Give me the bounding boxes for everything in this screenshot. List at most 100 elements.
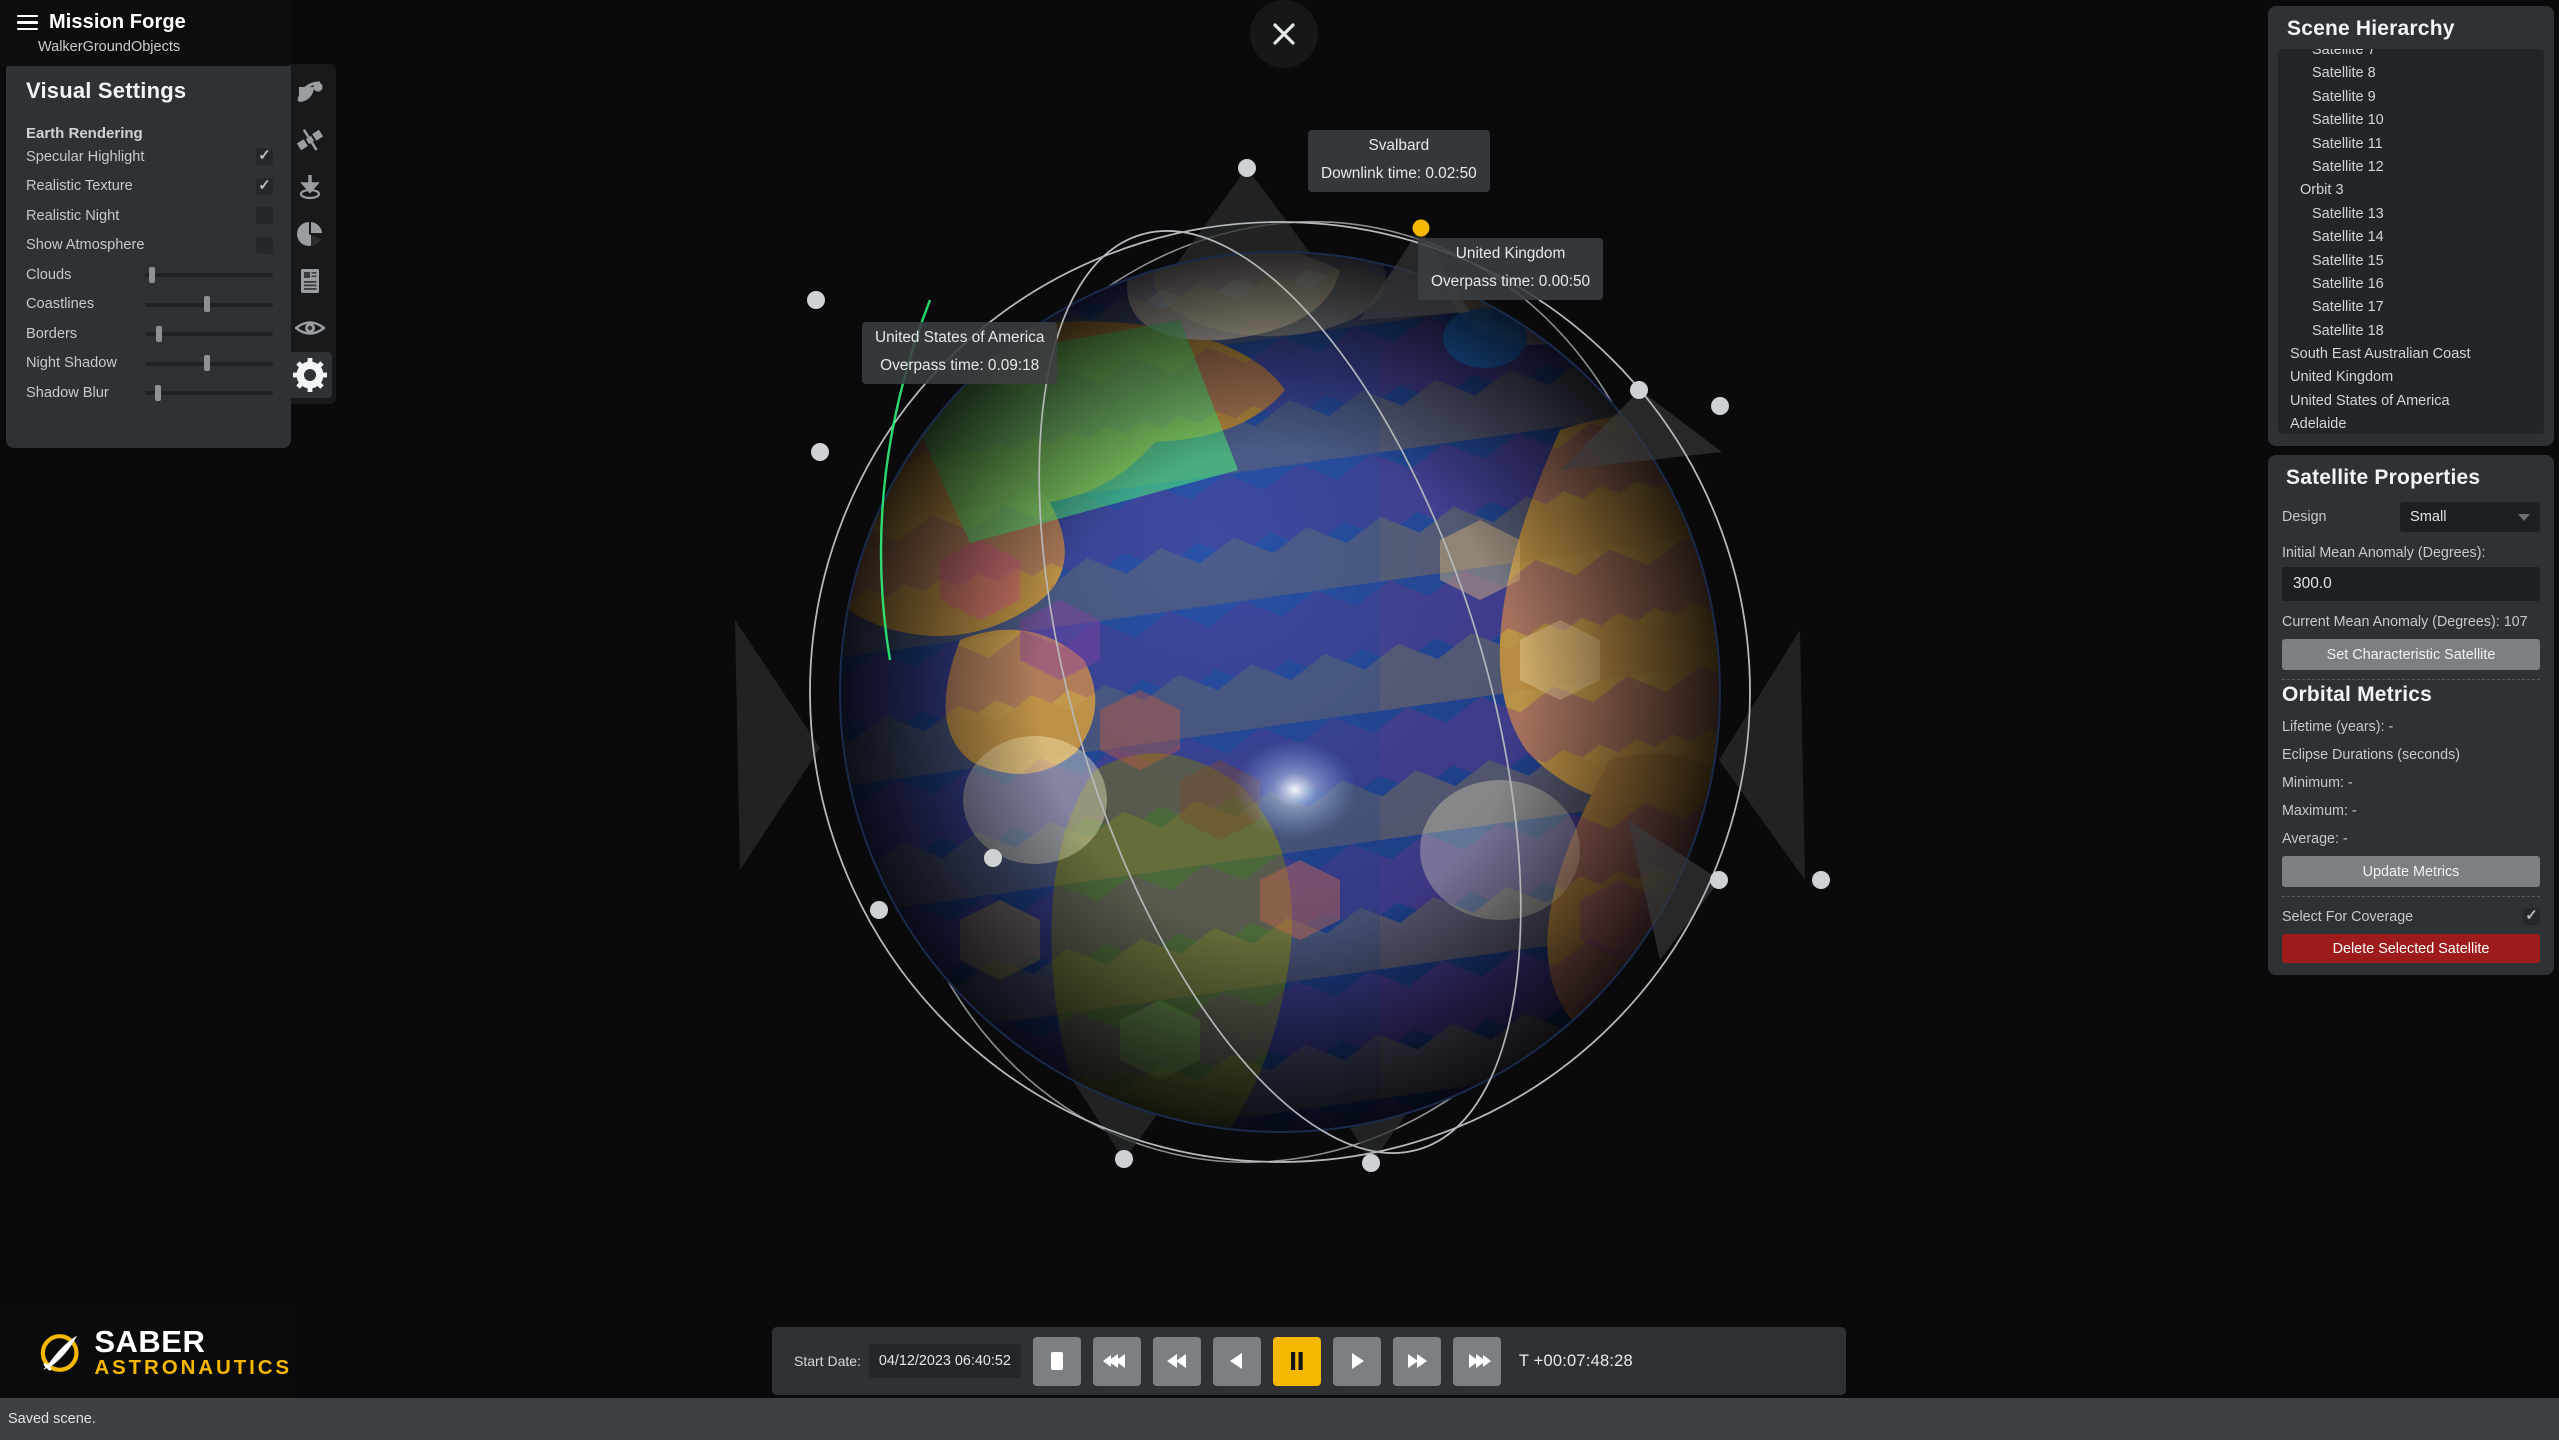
scene-hierarchy-item[interactable]: Satellite 17	[2278, 296, 2544, 319]
scene-hierarchy-list[interactable]: Satellite 7 Satellite 8 Satellite 9 Satelli…	[2278, 49, 2544, 434]
rewind-fast-button[interactable]	[1092, 1336, 1141, 1386]
visual-settings-title: Visual Settings	[26, 78, 187, 103]
satellite-icon-button[interactable]	[288, 117, 332, 163]
scene-hierarchy-item[interactable]: South East Australian Coast	[2278, 343, 2544, 366]
slider-track	[145, 332, 273, 337]
scene-hierarchy-item[interactable]: Satellite 12	[2278, 156, 2544, 179]
tooltip-metric: Downlink time: 0.02:50	[1321, 165, 1477, 182]
visual-setting-slider[interactable]	[145, 295, 273, 313]
visual-setting-slider[interactable]	[145, 384, 273, 402]
slider-knob[interactable]	[203, 296, 210, 313]
visual-setting-slider-row: Shadow Blur	[6, 378, 291, 408]
visual-setting-label: Borders	[26, 325, 78, 342]
slider-knob[interactable]	[148, 266, 155, 283]
scene-hierarchy-item[interactable]: United States of America	[2278, 390, 2544, 413]
pie-chart-icon-button[interactable]	[288, 211, 332, 257]
initial-mean-anomaly-input[interactable]	[2282, 567, 2540, 601]
earth-rendering-section-label: Earth Rendering	[26, 125, 143, 142]
orbital-metric-line: Average: -	[2282, 831, 2348, 847]
orbit-planet-icon-button[interactable]	[288, 70, 332, 116]
left-tool-rail	[284, 64, 336, 404]
scene-hierarchy-item[interactable]: Adelaide	[2278, 413, 2544, 434]
scene-hierarchy-item[interactable]: Satellite 7	[2278, 49, 2544, 62]
select-for-coverage-label: Select For Coverage	[2282, 908, 2414, 925]
visual-setting-checkbox[interactable]	[256, 177, 273, 195]
design-row: Design Small	[2282, 502, 2540, 532]
scene-hierarchy-item[interactable]: Satellite 13	[2278, 203, 2544, 226]
visual-setting-row: Realistic Texture	[6, 172, 291, 202]
forward-button[interactable]	[1392, 1336, 1441, 1386]
pause-button[interactable]	[1272, 1336, 1321, 1386]
scene-hierarchy-panel: Scene Hierarchy Satellite 7 Satellite 8 Sa…	[2268, 6, 2554, 446]
visual-setting-slider[interactable]	[145, 266, 273, 284]
divider	[2282, 896, 2540, 897]
eye-visibility-icon	[295, 321, 325, 335]
eye-visibility-icon-button[interactable]	[288, 305, 332, 351]
set-characteristic-satellite-button[interactable]: Set Characteristic Satellite	[2282, 639, 2540, 670]
delete-selected-satellite-button[interactable]: Delete Selected Satellite	[2282, 934, 2540, 963]
elapsed-time-label: T +00:07:48:28	[1518, 1351, 1633, 1370]
visual-setting-slider[interactable]	[145, 354, 273, 372]
visual-setting-checkbox[interactable]	[256, 148, 273, 166]
globe-object-tooltip: Svalbard Downlink time: 0.02:50	[1308, 130, 1490, 192]
scene-hierarchy-item[interactable]: Satellite 9	[2278, 86, 2544, 109]
visual-setting-slider[interactable]	[145, 325, 273, 343]
play-reverse-icon	[1229, 1353, 1242, 1369]
scene-hierarchy-item[interactable]: Satellite 18	[2278, 320, 2544, 343]
status-message: Saved scene.	[8, 1411, 96, 1427]
select-for-coverage-checkbox[interactable]	[2523, 908, 2540, 925]
app-menu-header: Mission Forge WalkerGroundObjects	[0, 0, 292, 66]
scene-hierarchy-title: Scene Hierarchy	[2287, 17, 2455, 40]
report-document-icon-button[interactable]	[288, 258, 332, 304]
visual-setting-label: Specular Highlight	[26, 148, 145, 165]
rewind-fast-icon	[1102, 1354, 1125, 1368]
scene-hierarchy-item[interactable]: Satellite 10	[2278, 109, 2544, 132]
hamburger-menu-icon[interactable]	[17, 14, 38, 31]
selected-satellite-marker	[1412, 219, 1430, 237]
scene-name-label[interactable]: WalkerGroundObjects	[0, 34, 292, 55]
visual-setting-checkbox[interactable]	[256, 207, 273, 225]
globe-3d-viewport[interactable]	[0, 0, 2559, 1398]
tooltip-object-name: Svalbard	[1368, 137, 1430, 154]
app-title: Mission Forge	[49, 11, 186, 33]
satellite-properties-panel: Satellite Properties Design Small Initia…	[2268, 455, 2554, 975]
forward-icon	[1407, 1354, 1427, 1368]
globe-scene	[735, 159, 1830, 1172]
close-button[interactable]	[1250, 0, 1318, 68]
ground-station-downlink-icon	[299, 175, 321, 200]
scene-hierarchy-item[interactable]: Satellite 11	[2278, 133, 2544, 156]
visual-setting-slider-row: Borders	[6, 319, 291, 349]
update-metrics-button[interactable]: Update Metrics	[2282, 856, 2540, 887]
slider-knob[interactable]	[203, 355, 210, 372]
orbit-planet-icon	[297, 81, 323, 102]
design-select[interactable]: Small	[2400, 502, 2540, 532]
scene-hierarchy-item[interactable]: United Kingdom	[2278, 366, 2544, 389]
orbital-metric-line: Lifetime (years): -	[2282, 719, 2394, 735]
forward-fast-button[interactable]	[1452, 1336, 1501, 1386]
stop-button[interactable]	[1032, 1336, 1081, 1386]
scene-hierarchy-item[interactable]: Satellite 8	[2278, 62, 2544, 85]
rewind-button[interactable]	[1152, 1336, 1201, 1386]
scene-hierarchy-item[interactable]: Satellite 15	[2278, 250, 2544, 273]
visual-setting-label: Coastlines	[26, 296, 95, 313]
current-mean-anomaly-value: Current Mean Anomaly (Degrees): 107	[2282, 614, 2528, 630]
brand-line-1: SABER	[94, 1324, 206, 1359]
globe-object-tooltip: United Kingdom Overpass time: 0.00:50	[1418, 238, 1604, 300]
visual-setting-checkbox[interactable]	[256, 236, 273, 254]
slider-knob[interactable]	[155, 325, 162, 342]
ground-station-downlink-icon-button[interactable]	[288, 164, 332, 210]
tooltip-metric: Overpass time: 0.00:50	[1431, 273, 1591, 290]
forward-fast-icon	[1468, 1354, 1491, 1368]
scene-hierarchy-item[interactable]: Satellite 14	[2278, 226, 2544, 249]
scene-hierarchy-item[interactable]: Orbit 3	[2278, 179, 2544, 202]
slider-knob[interactable]	[154, 384, 161, 401]
gear-settings-icon-button[interactable]	[288, 352, 332, 398]
play-reverse-button[interactable]	[1212, 1336, 1261, 1386]
visual-setting-row: Realistic Night	[6, 201, 291, 231]
start-date-field[interactable]: 04/12/2023 06:40:52	[868, 1344, 1021, 1378]
visual-setting-row: Specular Highlight	[6, 142, 291, 172]
scene-hierarchy-item[interactable]: Satellite 16	[2278, 273, 2544, 296]
play-button[interactable]	[1332, 1336, 1381, 1386]
visual-setting-label: Realistic Night	[26, 207, 120, 224]
visual-setting-label: Clouds	[26, 266, 72, 283]
